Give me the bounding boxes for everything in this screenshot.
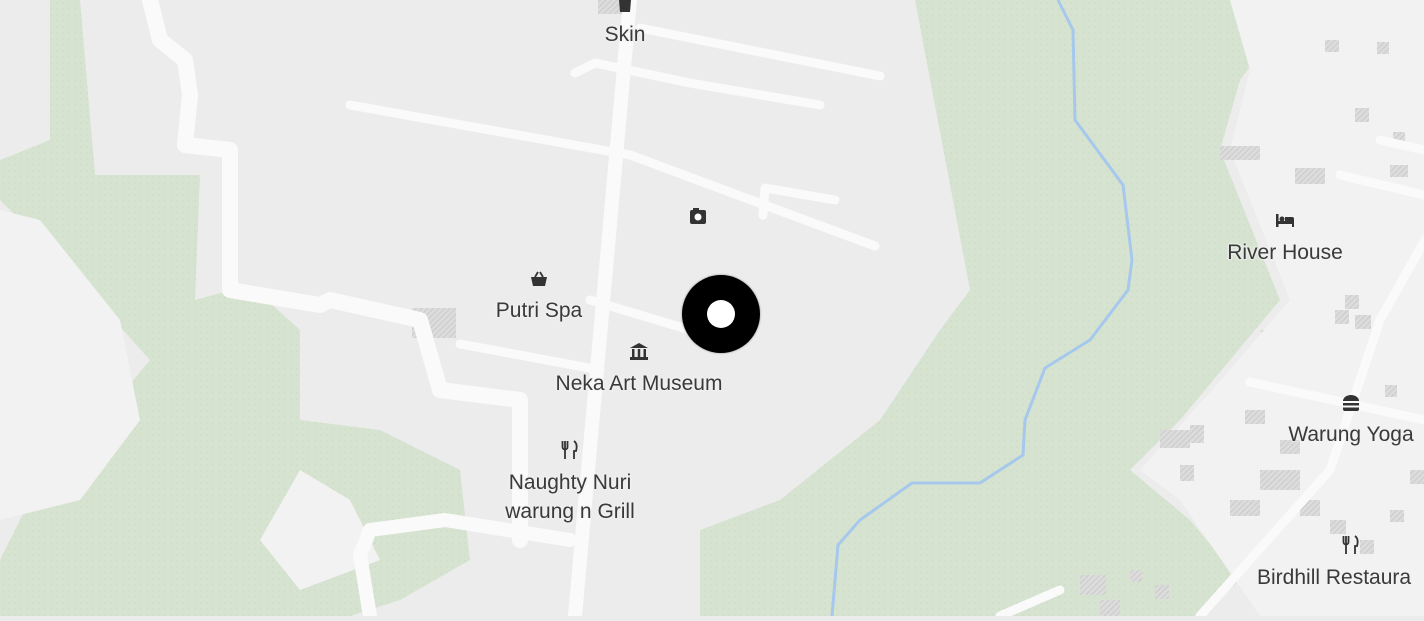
poi-label: Putri Spa — [495, 299, 583, 322]
restaurant-icon — [1340, 534, 1362, 556]
poi-label: River House — [1227, 241, 1343, 264]
burger-icon — [1340, 392, 1362, 414]
camera-icon — [687, 205, 709, 227]
poi-label: Birdhill Restaura — [1257, 566, 1412, 589]
poi-label: Skin — [604, 23, 646, 46]
hotel-bed-icon — [1274, 209, 1296, 231]
poi-label: Warung Yoga — [1288, 423, 1414, 446]
location-marker-center — [707, 300, 735, 328]
museum-icon — [628, 340, 650, 362]
map-canvas[interactable]: Skin Putri Spa Neka Art Museum Naughty N… — [0, 0, 1424, 621]
shopping-basket-icon — [528, 268, 550, 290]
current-location-marker[interactable] — [682, 275, 760, 353]
shopping-bag-icon — [614, 0, 636, 15]
restaurant-icon — [559, 439, 581, 461]
poi-label: Naughty Nuri warung n Grill — [505, 471, 635, 523]
poi-label: Neka Art Museum — [555, 372, 723, 395]
